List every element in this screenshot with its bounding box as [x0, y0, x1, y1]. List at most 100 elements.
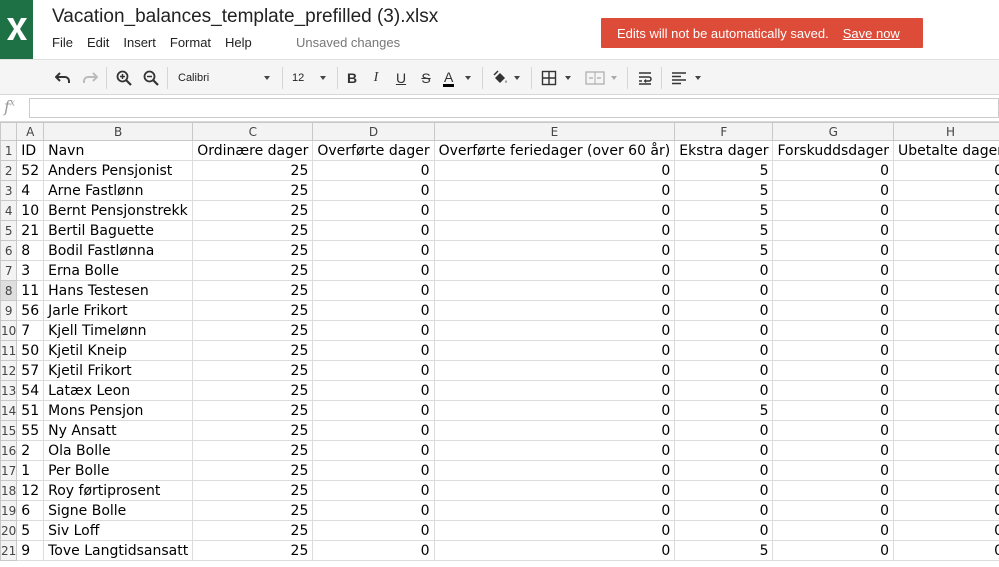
save-now-link[interactable]: Save now	[843, 26, 900, 41]
table-cell[interactable]: 0	[674, 380, 774, 401]
table-cell[interactable]: 1	[16, 460, 45, 481]
table-cell[interactable]: 0	[893, 300, 999, 321]
table-cell[interactable]: 0	[893, 280, 999, 301]
table-cell[interactable]: 0	[312, 440, 435, 461]
table-cell[interactable]: 5	[674, 220, 774, 241]
row-header[interactable]: 17	[0, 460, 18, 481]
table-cell[interactable]: 4	[16, 180, 45, 201]
row-header[interactable]: 5	[0, 220, 18, 241]
font-family-dropdown[interactable]: Calibri	[174, 67, 274, 89]
row-header[interactable]: 19	[0, 500, 18, 521]
table-cell[interactable]: 51	[16, 400, 45, 421]
table-cell[interactable]: 0	[893, 460, 999, 481]
table-cell[interactable]: 12	[16, 480, 45, 501]
row-header[interactable]: 1	[0, 140, 18, 161]
header-cell[interactable]: Overførte dager	[312, 140, 435, 161]
column-header-h[interactable]: H	[893, 122, 999, 141]
undo-button[interactable]	[52, 67, 74, 89]
table-cell[interactable]: 0	[772, 160, 894, 181]
table-cell[interactable]: 0	[433, 300, 676, 321]
table-cell[interactable]: 25	[192, 260, 314, 281]
table-cell[interactable]: 0	[893, 260, 999, 281]
fill-color-button[interactable]	[489, 67, 523, 89]
select-all-corner[interactable]	[0, 122, 18, 141]
row-header[interactable]: 4	[0, 200, 18, 221]
table-cell[interactable]: 0	[772, 340, 894, 361]
table-cell[interactable]: 0	[433, 220, 676, 241]
row-header[interactable]: 18	[0, 480, 18, 501]
table-cell[interactable]: 25	[192, 500, 314, 521]
table-cell[interactable]: 0	[312, 360, 435, 381]
table-cell[interactable]: 0	[893, 200, 999, 221]
table-cell[interactable]: 25	[192, 200, 314, 221]
table-cell[interactable]: 0	[433, 380, 676, 401]
table-cell[interactable]: Arne Fastlønn	[43, 180, 194, 201]
table-cell[interactable]: 0	[312, 480, 435, 501]
table-cell[interactable]: 0	[433, 280, 676, 301]
table-cell[interactable]: 55	[16, 420, 45, 441]
column-header-b[interactable]: B	[43, 122, 194, 141]
table-cell[interactable]: 0	[312, 240, 435, 261]
table-cell[interactable]: 0	[772, 460, 894, 481]
table-cell[interactable]: 0	[312, 460, 435, 481]
table-cell[interactable]: 0	[772, 180, 894, 201]
table-cell[interactable]: 25	[192, 460, 314, 481]
wrap-text-button[interactable]	[634, 67, 656, 89]
table-cell[interactable]: Tove Langtidsansatt	[43, 540, 194, 561]
table-cell[interactable]: 0	[312, 500, 435, 521]
table-cell[interactable]: 0	[433, 540, 676, 561]
table-cell[interactable]: Anders Pensjonist	[43, 160, 194, 181]
table-cell[interactable]: Bernt Pensjonstrekk	[43, 200, 194, 221]
table-cell[interactable]: 0	[893, 240, 999, 261]
table-cell[interactable]: Bertil Baguette	[43, 220, 194, 241]
table-cell[interactable]: 0	[893, 400, 999, 421]
table-cell[interactable]: 0	[433, 500, 676, 521]
header-cell[interactable]: Forskuddsdager	[772, 140, 894, 161]
zoom-in-button[interactable]	[113, 67, 135, 89]
table-cell[interactable]: 25	[192, 420, 314, 441]
table-cell[interactable]: 0	[772, 240, 894, 261]
table-cell[interactable]: 0	[433, 200, 676, 221]
table-cell[interactable]: 0	[893, 500, 999, 521]
row-header[interactable]: 10	[0, 320, 18, 341]
table-cell[interactable]: 0	[312, 280, 435, 301]
table-cell[interactable]: 0	[772, 280, 894, 301]
table-cell[interactable]: 0	[312, 220, 435, 241]
table-cell[interactable]: Kjetil Kneip	[43, 340, 194, 361]
table-cell[interactable]: Mons Pensjon	[43, 400, 194, 421]
table-cell[interactable]: 0	[312, 260, 435, 281]
table-cell[interactable]: 0	[312, 160, 435, 181]
table-cell[interactable]: 21	[16, 220, 45, 241]
table-cell[interactable]: 5	[674, 540, 774, 561]
table-cell[interactable]: 0	[893, 360, 999, 381]
table-cell[interactable]: 0	[893, 320, 999, 341]
column-header-g[interactable]: G	[772, 122, 894, 141]
table-cell[interactable]: 0	[893, 220, 999, 241]
table-cell[interactable]: 0	[312, 180, 435, 201]
table-cell[interactable]: 0	[433, 360, 676, 381]
table-cell[interactable]: 0	[312, 420, 435, 441]
table-cell[interactable]: 0	[674, 300, 774, 321]
table-cell[interactable]: 5	[674, 200, 774, 221]
row-header[interactable]: 12	[0, 360, 18, 381]
table-cell[interactable]: 0	[433, 440, 676, 461]
row-header[interactable]: 14	[0, 400, 18, 421]
table-cell[interactable]: 0	[772, 540, 894, 561]
table-cell[interactable]: Kjell Timelønn	[43, 320, 194, 341]
table-cell[interactable]: 25	[192, 520, 314, 541]
table-cell[interactable]: 0	[312, 520, 435, 541]
row-header[interactable]: 21	[0, 540, 18, 561]
table-cell[interactable]: 0	[312, 340, 435, 361]
table-cell[interactable]: Bodil Fastlønna	[43, 240, 194, 261]
table-cell[interactable]: 8	[16, 240, 45, 261]
column-header-c[interactable]: C	[192, 122, 314, 141]
menu-insert[interactable]: Insert	[123, 35, 156, 53]
table-cell[interactable]: 0	[772, 220, 894, 241]
font-size-dropdown[interactable]: 12	[288, 67, 330, 89]
table-cell[interactable]: 0	[772, 400, 894, 421]
table-cell[interactable]: 25	[192, 280, 314, 301]
header-cell[interactable]: Ekstra dager	[674, 140, 774, 161]
table-cell[interactable]: 25	[192, 360, 314, 381]
table-cell[interactable]: 25	[192, 400, 314, 421]
row-header[interactable]: 15	[0, 420, 18, 441]
